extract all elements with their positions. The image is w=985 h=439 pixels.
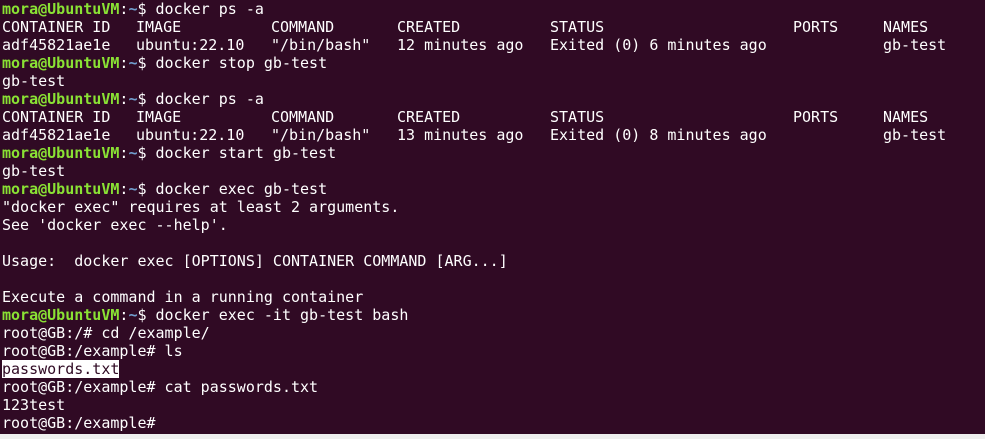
- prompt-line: mora@UbuntuVM:~$ docker exec gb-test: [2, 180, 328, 198]
- command-text: docker exec gb-test: [155, 180, 328, 198]
- command-text: docker ps -a: [155, 0, 264, 18]
- command-text: docker ps -a: [155, 90, 264, 108]
- output-line: gb-test: [2, 162, 66, 180]
- usage-line: Usage: docker exec [OPTIONS] CONTAINER C…: [2, 252, 508, 270]
- root-prompt-line: root@GB:/example# ls: [2, 342, 183, 360]
- error-line: See 'docker exec --help'.: [2, 216, 228, 234]
- ls-output-line: passwords.txt: [2, 360, 985, 378]
- bottom-edge-bar: [0, 434, 985, 439]
- selected-filename[interactable]: passwords.txt: [2, 360, 120, 378]
- root-prompt-line: root@GB:/example# cat passwords.txt: [2, 378, 319, 396]
- root-prompt-line: root@GB:/example#: [2, 414, 156, 432]
- prompt-line: mora@UbuntuVM:~$ docker start gb-test: [2, 144, 337, 162]
- table-header: CONTAINER ID IMAGE COMMAND CREATED STATU…: [2, 18, 929, 36]
- table-header: CONTAINER ID IMAGE COMMAND CREATED STATU…: [2, 108, 929, 126]
- description-line: Execute a command in a running container: [2, 288, 364, 306]
- prompt-user-host: mora@UbuntuVM: [2, 0, 120, 18]
- table-row: adf45821ae1e ubuntu:22.10 "/bin/bash" 12…: [2, 36, 947, 54]
- output-line: gb-test: [2, 72, 66, 90]
- root-prompt-line: root@GB:/# cd /example/: [2, 324, 210, 342]
- prompt-line: mora@UbuntuVM:~$ docker ps -a: [2, 0, 264, 18]
- file-content-line: 123test: [2, 396, 66, 414]
- table-row: adf45821ae1e ubuntu:22.10 "/bin/bash" 13…: [2, 126, 947, 144]
- prompt-line: mora@UbuntuVM:~$ docker stop gb-test: [2, 54, 328, 72]
- command-text: docker exec -it gb-test bash: [155, 306, 409, 324]
- command-text: docker stop gb-test: [155, 54, 328, 72]
- prompt-line: mora@UbuntuVM:~$ docker exec -it gb-test…: [2, 306, 409, 324]
- error-line: "docker exec" requires at least 2 argume…: [2, 198, 400, 216]
- terminal-window[interactable]: mora@UbuntuVM:~$ docker ps -a CONTAINER …: [0, 0, 985, 439]
- command-text: docker start gb-test: [155, 144, 337, 162]
- prompt-line: mora@UbuntuVM:~$ docker ps -a: [2, 90, 264, 108]
